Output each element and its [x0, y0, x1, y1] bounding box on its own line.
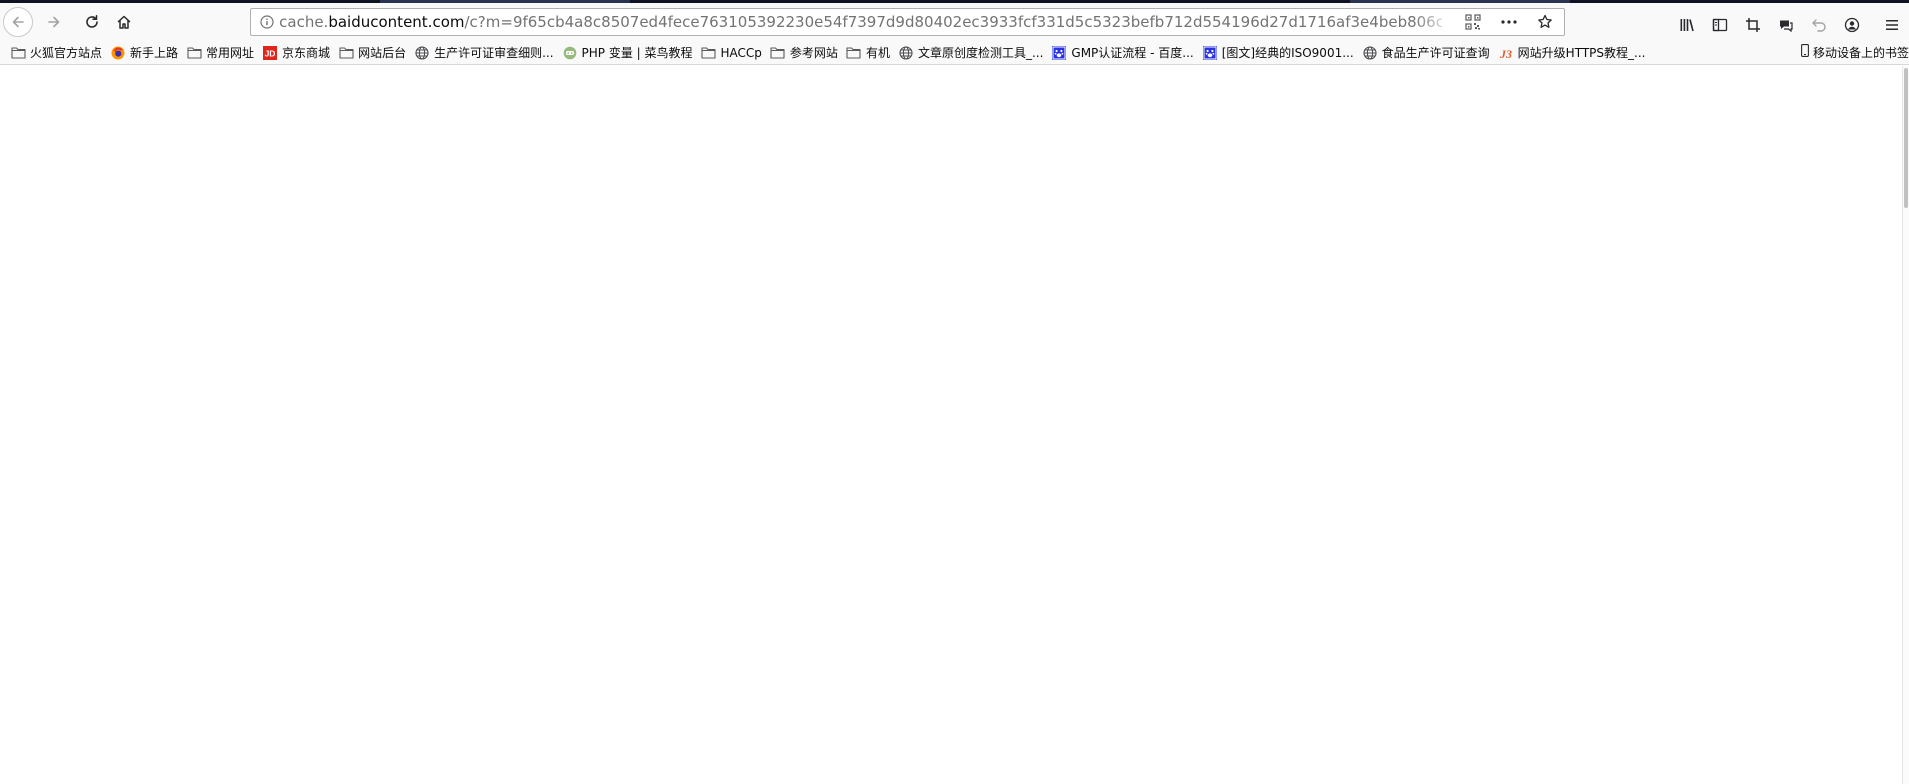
more-dots-icon — [1501, 20, 1517, 24]
bookmarks-toolbar: 火狐官方站点 新手上路 常用网址 JD 京东商城 网站后台 生产许可证审查细则... PHP … — [0, 41, 1909, 65]
reload-button[interactable] — [77, 7, 107, 37]
bookmark-item[interactable]: HACCp — [697, 42, 766, 64]
page-actions-button[interactable] — [1498, 11, 1520, 33]
globe-icon — [898, 45, 914, 61]
sidebar-icon — [1712, 18, 1728, 32]
bookmark-item[interactable]: [图文]经典的ISO9001... — [1198, 42, 1358, 64]
scrollbar-thumb[interactable] — [1904, 68, 1908, 208]
sidebar-button[interactable] — [1705, 10, 1735, 40]
page-content — [0, 66, 1904, 784]
vertical-scrollbar[interactable] — [1902, 66, 1909, 784]
bookmark-label: 京东商城 — [282, 46, 331, 60]
bookmark-item[interactable]: 文章原创度检测工具_... — [894, 42, 1047, 64]
svg-text:JD: JD — [265, 48, 276, 58]
back-button[interactable] — [3, 7, 33, 37]
mobile-bookmarks-label: 移动设备上的书签 — [1812, 45, 1909, 60]
url-domain: baiducontent.com — [328, 13, 465, 31]
menu-button[interactable] — [1877, 10, 1907, 40]
firefox-icon — [110, 45, 126, 61]
bookmark-item[interactable]: GMP认证流程 - 百度... — [1047, 42, 1197, 64]
hamburger-menu-icon — [1886, 20, 1898, 30]
bookmark-label: 食品生产许可证查询 — [1381, 46, 1490, 60]
toolbar-right — [1669, 6, 1909, 44]
bookmark-label: HACCp — [720, 45, 762, 60]
info-circle-icon — [260, 15, 274, 29]
globe-icon — [1362, 45, 1378, 61]
baidu-paw-icon — [1051, 45, 1067, 61]
bookmark-label: 火狐官方站点 — [30, 46, 103, 60]
folder-icon — [186, 45, 202, 61]
folder-icon — [701, 45, 717, 61]
bookmark-item[interactable]: 生产许可证审查细则... — [410, 42, 557, 64]
home-icon — [117, 15, 131, 29]
bookmark-label: 文章原创度检测工具_... — [917, 46, 1044, 60]
bookmark-star-button[interactable] — [1534, 11, 1556, 33]
bookmark-item[interactable]: J3 网站升级HTTPS教程_... — [1494, 42, 1650, 64]
undo-arrow-icon — [1812, 19, 1826, 32]
folder-icon — [770, 45, 786, 61]
bookmark-label: PHP 变量 | 菜鸟教程 — [581, 46, 693, 60]
mobile-bookmarks[interactable]: 移动设备上的书签 — [1796, 41, 1909, 63]
bookmark-item[interactable]: 常用网址 — [182, 42, 258, 64]
crop-icon — [1746, 18, 1760, 32]
navigation-toolbar: cache.baiducontent.com/c?m=9f65cb4a8c850… — [0, 3, 1909, 41]
js-icon: J3 — [1498, 45, 1514, 61]
bookmark-label: 网站后台 — [358, 46, 407, 60]
bookmark-item[interactable]: PHP 变量 | 菜鸟教程 — [558, 42, 697, 64]
folder-icon — [338, 45, 354, 61]
account-button[interactable] — [1837, 10, 1867, 40]
url-prefix: cache. — [279, 13, 329, 31]
bookmark-item[interactable]: 火狐官方站点 — [6, 42, 106, 64]
bookmark-item[interactable]: 新手上路 — [106, 42, 182, 64]
url-path: /c?m=9f65cb4a8c8507ed4fece763105392230e5… — [464, 13, 1443, 31]
undo-button[interactable] — [1804, 10, 1834, 40]
bookmark-item[interactable]: 有机 — [842, 42, 894, 64]
bookmark-item[interactable]: 网站后台 — [334, 42, 410, 64]
folder-icon — [10, 45, 26, 61]
qr-code-icon — [1465, 14, 1481, 30]
star-icon — [1538, 14, 1552, 28]
account-icon — [1844, 17, 1860, 33]
library-icon — [1680, 19, 1694, 32]
chat-button[interactable] — [1771, 10, 1801, 40]
url-bar[interactable]: cache.baiducontent.com/c?m=9f65cb4a8c850… — [250, 8, 1565, 36]
url-text[interactable]: cache.baiducontent.com/c?m=9f65cb4a8c850… — [279, 13, 1442, 31]
runoob-icon — [562, 45, 578, 61]
bookmark-item[interactable]: 食品生产许可证查询 — [1358, 42, 1494, 64]
bookmark-label: [图文]经典的ISO9001... — [1221, 46, 1354, 60]
globe-icon — [414, 45, 430, 61]
baidu-paw-icon — [1202, 45, 1218, 61]
bookmark-label: 生产许可证审查细则... — [434, 46, 554, 60]
svg-text:J3: J3 — [1499, 47, 1512, 60]
url-actions — [1442, 11, 1564, 33]
bookmark-label: 有机 — [865, 46, 890, 60]
forward-arrow-icon — [48, 16, 60, 28]
chat-bubble-icon — [1780, 20, 1793, 33]
mobile-device-icon — [1801, 44, 1811, 60]
home-button[interactable] — [109, 7, 139, 37]
bookmark-label: 常用网址 — [206, 46, 255, 60]
url-fade — [1414, 10, 1454, 34]
bookmark-label: 新手上路 — [130, 46, 179, 60]
bookmark-item[interactable]: 参考网站 — [766, 42, 842, 64]
site-info-icon[interactable] — [255, 9, 279, 35]
screenshot-button[interactable] — [1738, 10, 1768, 40]
bookmark-item[interactable]: JD 京东商城 — [258, 42, 334, 64]
back-arrow-icon — [12, 16, 24, 28]
bookmark-label: 参考网站 — [789, 46, 838, 60]
bookmark-label: 网站升级HTTPS教程_... — [1517, 46, 1646, 60]
reload-icon — [86, 15, 98, 28]
folder-icon — [846, 45, 862, 61]
forward-button[interactable] — [39, 7, 69, 37]
library-button[interactable] — [1672, 10, 1702, 40]
jd-icon: JD — [262, 45, 278, 61]
qr-code-button[interactable] — [1462, 11, 1484, 33]
bookmark-label: GMP认证流程 - 百度... — [1071, 46, 1194, 60]
